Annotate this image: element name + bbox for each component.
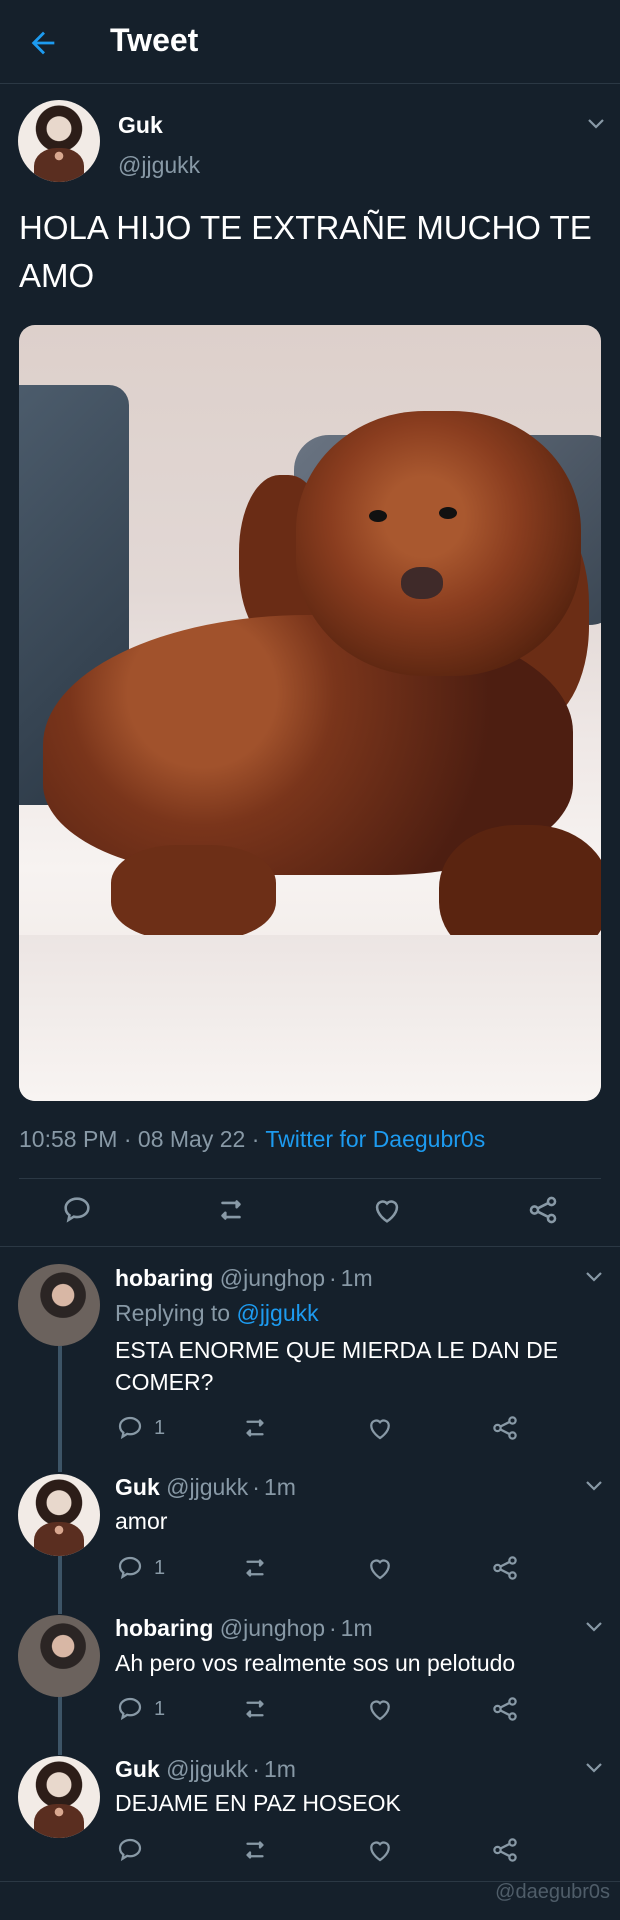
share-icon[interactable] <box>490 1694 520 1724</box>
reply-icon[interactable] <box>115 1694 145 1724</box>
retweet-icon[interactable] <box>214 1193 248 1227</box>
reply-age: 1m <box>263 1756 296 1782</box>
author-name[interactable]: Guk <box>118 112 163 139</box>
share-icon[interactable] <box>526 1193 560 1227</box>
like-icon[interactable] <box>365 1835 395 1865</box>
reply-header: Guk @jjgukk · 1m <box>115 1474 296 1501</box>
chevron-down-icon[interactable] <box>587 118 605 130</box>
reply-count: 1 <box>154 1557 166 1579</box>
reply-text: Ah pero vos realmente sos un pelotudo <box>115 1650 516 1676</box>
watermark: @daegubr0s <box>495 1881 610 1903</box>
dog-head <box>296 411 581 676</box>
reply-author-name[interactable]: hobaring <box>115 1615 213 1641</box>
reply-author-handle[interactable]: @junghop <box>220 1615 325 1641</box>
timestamp-separator: · <box>245 1126 266 1152</box>
retweet-icon[interactable] <box>240 1413 270 1443</box>
chevron-down-icon[interactable] <box>585 1621 603 1633</box>
reply-header: Guk @jjgukk · 1m <box>115 1756 296 1783</box>
chevron-down-icon[interactable] <box>585 1480 603 1492</box>
reply-header: hobaring @junghop · 1m <box>115 1615 373 1642</box>
tweet-date: 08 May 22 <box>137 1126 246 1152</box>
reply-avatar[interactable] <box>18 1474 100 1556</box>
reply-author-handle[interactable]: @jjgukk <box>166 1474 248 1500</box>
like-icon[interactable] <box>365 1413 395 1443</box>
reply-avatar[interactable] <box>18 1264 100 1346</box>
divider <box>0 1246 620 1247</box>
reply-text: DEJAME EN PAZ HOSEOK <box>115 1790 401 1816</box>
replying-label: Replying to <box>115 1300 237 1326</box>
retweet-icon[interactable] <box>240 1553 270 1583</box>
top-bar: Tweet <box>0 0 620 84</box>
like-icon[interactable] <box>365 1694 395 1724</box>
tweet-source-link[interactable]: Twitter for Daegubr0s <box>265 1126 485 1152</box>
thread-line <box>58 1697 62 1755</box>
reply-separator: · <box>252 1756 260 1782</box>
dog-eye-right <box>439 507 457 519</box>
reply-icon[interactable] <box>115 1413 145 1443</box>
reply-icon[interactable] <box>60 1193 94 1227</box>
share-icon[interactable] <box>490 1413 520 1443</box>
tweet-text: HOLA HIJO TE EXTRAÑE MUCHO TE AMO <box>19 209 592 294</box>
author-handle[interactable]: @jjgukk <box>118 152 200 179</box>
retweet-icon[interactable] <box>240 1835 270 1865</box>
tweet-time: 10:58 PM <box>19 1126 118 1152</box>
share-icon[interactable] <box>490 1553 520 1583</box>
bed-sheet <box>19 935 601 1101</box>
replying-to: Replying to @jjgukk <box>115 1300 319 1327</box>
reply-separator: · <box>329 1615 337 1641</box>
reply-age: 1m <box>263 1474 296 1500</box>
page-title: Tweet <box>110 22 199 58</box>
thread-line <box>58 1346 62 1472</box>
author-avatar[interactable] <box>18 100 100 182</box>
reply-icon[interactable] <box>115 1553 145 1583</box>
arrow-left-icon[interactable] <box>26 26 60 60</box>
reply-header: hobaring @junghop · 1m <box>115 1265 373 1292</box>
reply-text: ESTA ENORME QUE MIERDA LE DAN DE COMER? <box>115 1337 559 1395</box>
reply-age: 1m <box>340 1615 373 1641</box>
dog-front-paw <box>111 845 276 940</box>
reply-author-name[interactable]: Guk <box>115 1756 160 1782</box>
reply-icon[interactable] <box>115 1835 145 1865</box>
reply-author-name[interactable]: hobaring <box>115 1265 213 1291</box>
reply-author-handle[interactable]: @jjgukk <box>166 1756 248 1782</box>
tweet-photo[interactable] <box>19 325 601 1101</box>
dog-nose <box>401 567 443 599</box>
reply-count: 1 <box>154 1417 166 1439</box>
retweet-icon[interactable] <box>240 1694 270 1724</box>
reply-separator: · <box>252 1474 260 1500</box>
reply-separator: · <box>329 1265 337 1291</box>
tweet-timestamp: 10:58 PM · 08 May 22 · Twitter for Daegu… <box>19 1126 485 1153</box>
chevron-down-icon[interactable] <box>585 1762 603 1774</box>
like-icon[interactable] <box>370 1193 404 1227</box>
mention-link[interactable]: @jjgukk <box>236 1300 318 1326</box>
reply-count: 1 <box>154 1698 166 1720</box>
reply-author-name[interactable]: Guk <box>115 1474 160 1500</box>
timestamp-separator: · <box>117 1126 138 1152</box>
divider <box>19 1178 601 1179</box>
reply-avatar[interactable] <box>18 1615 100 1697</box>
reply-age: 1m <box>340 1265 373 1291</box>
reply-text: amor <box>115 1508 168 1534</box>
reply-author-handle[interactable]: @junghop <box>220 1265 325 1291</box>
chevron-down-icon[interactable] <box>585 1271 603 1283</box>
dog-eye-left <box>369 510 387 522</box>
reply-avatar[interactable] <box>18 1756 100 1838</box>
thread-line <box>58 1556 62 1614</box>
like-icon[interactable] <box>365 1553 395 1583</box>
share-icon[interactable] <box>490 1835 520 1865</box>
